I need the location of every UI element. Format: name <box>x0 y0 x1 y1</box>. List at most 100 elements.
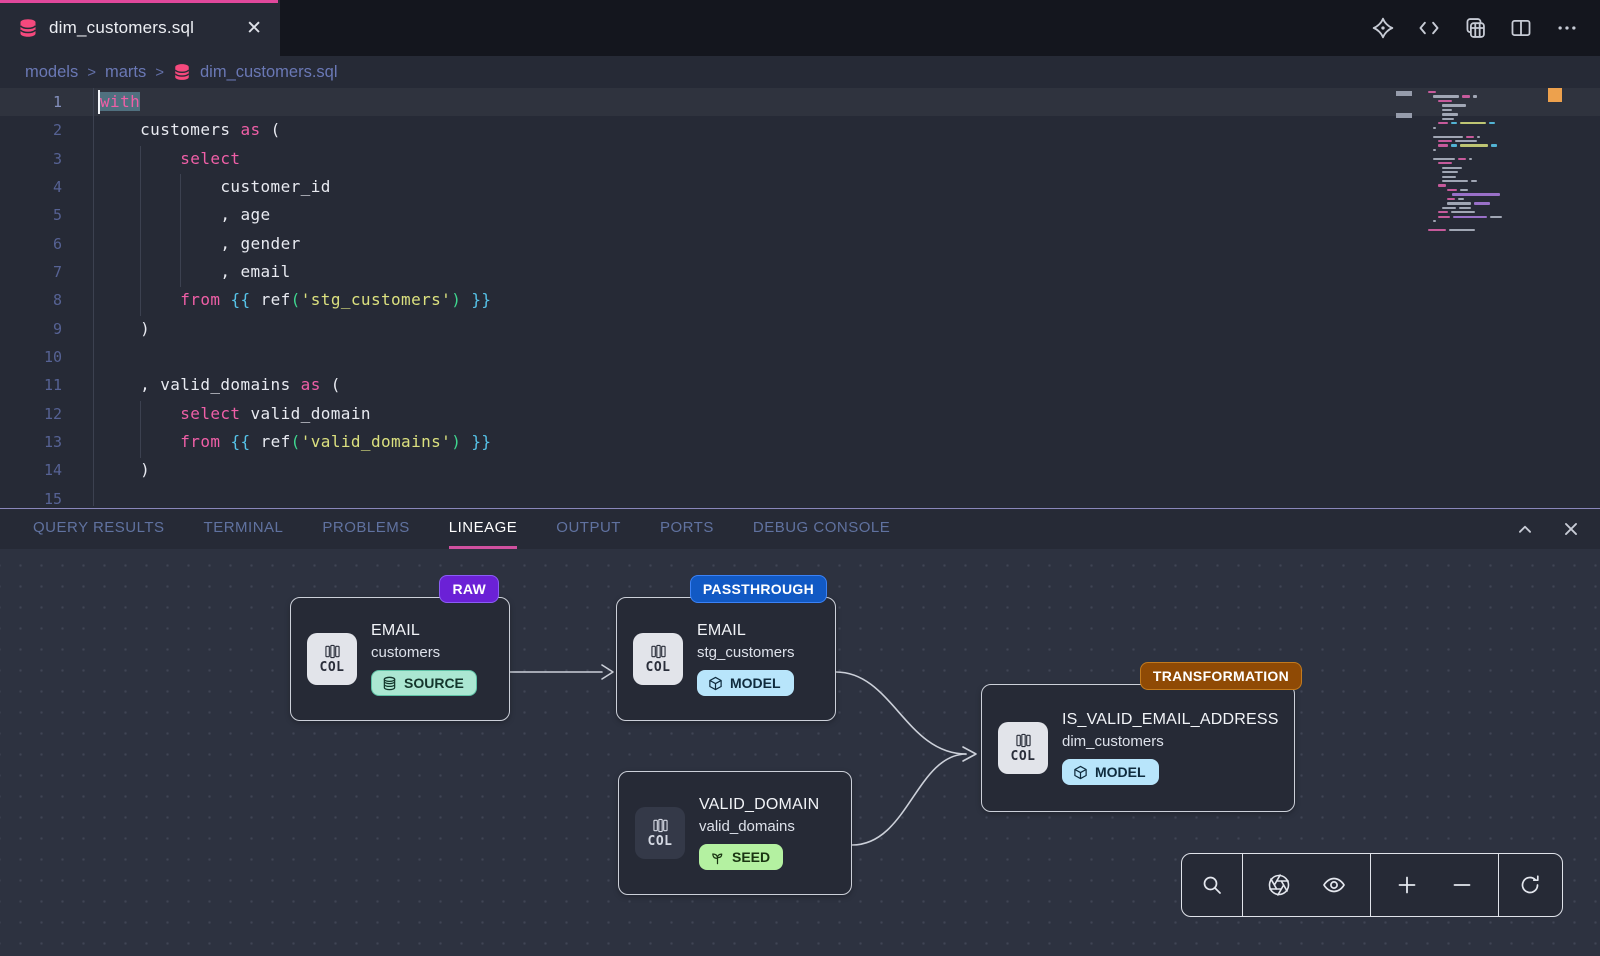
lineage-canvas[interactable]: RAWCOLEMAILcustomersSOURCEPASSTHROUGHCOL… <box>0 549 1600 956</box>
node-resource-tag-model: MODEL <box>1062 759 1159 785</box>
line-number[interactable]: 15 <box>0 485 62 508</box>
code-line-3[interactable]: 3 select <box>0 145 1600 173</box>
line-number[interactable]: 13 <box>0 428 62 456</box>
node-model-name: valid_domains <box>699 818 819 835</box>
minimap-line <box>1451 122 1457 124</box>
column-icon-label: COL <box>320 660 345 675</box>
search-icon[interactable] <box>1194 867 1230 903</box>
code-line-1[interactable]: 1with <box>0 88 1600 116</box>
node-resource-tag-label: MODEL <box>730 675 781 691</box>
line-number[interactable]: 5 <box>0 201 62 229</box>
lineage-node-customers[interactable]: RAWCOLEMAILcustomersSOURCE <box>290 597 510 721</box>
close-panel-icon[interactable] <box>1562 520 1580 538</box>
code-text: , gender <box>62 230 301 258</box>
minimap-line <box>1449 229 1475 231</box>
line-number[interactable]: 10 <box>0 343 62 371</box>
aperture-icon[interactable] <box>1261 867 1297 903</box>
code-icon[interactable] <box>1418 17 1440 39</box>
code-text: ) <box>62 456 150 484</box>
zoom-in-icon[interactable] <box>1389 867 1425 903</box>
breadcrumb-separator: > <box>155 64 164 81</box>
minimap-line <box>1442 109 1452 111</box>
eye-icon[interactable] <box>1316 867 1352 903</box>
line-number[interactable]: 3 <box>0 145 62 173</box>
refresh-icon[interactable] <box>1512 867 1548 903</box>
indent-guide <box>93 88 94 506</box>
code-text: ) <box>62 315 150 343</box>
minimap-line <box>1438 100 1452 102</box>
node-resource-tag-source: SOURCE <box>371 670 477 696</box>
code-line-6[interactable]: 6 , gender <box>0 230 1600 258</box>
code-line-9[interactable]: 9 ) <box>0 315 1600 343</box>
dbt-icon[interactable] <box>1372 17 1394 39</box>
panel-tab-lineage[interactable]: LINEAGE <box>449 509 518 549</box>
column-icon-label: COL <box>646 660 671 675</box>
line-number[interactable]: 6 <box>0 230 62 258</box>
panel-tab-problems[interactable]: PROBLEMS <box>322 509 409 549</box>
breadcrumb-marts[interactable]: marts <box>105 63 146 82</box>
line-number[interactable]: 4 <box>0 173 62 201</box>
node-resource-tag-seed: SEED <box>699 844 783 870</box>
line-number[interactable]: 9 <box>0 315 62 343</box>
column-icon: COL <box>307 633 357 685</box>
code-line-12[interactable]: 12 select valid_domain <box>0 400 1600 428</box>
line-number[interactable]: 1 <box>0 88 62 116</box>
line-number[interactable]: 12 <box>0 400 62 428</box>
code-line-5[interactable]: 5 , age <box>0 201 1600 229</box>
minimap-line <box>1442 180 1468 182</box>
editor-tab-strip: dim_customers.sql ✕ <box>0 0 1600 56</box>
code-line-15[interactable]: 15 <box>0 485 1600 508</box>
tab-dim-customers-sql[interactable]: dim_customers.sql ✕ <box>0 0 280 56</box>
minimap-line <box>1442 176 1456 178</box>
minimap-line <box>1469 158 1472 160</box>
line-number[interactable]: 14 <box>0 456 62 484</box>
lineage-node-valid_domains[interactable]: COLVALID_DOMAINvalid_domainsSEED <box>618 771 852 895</box>
node-column-name: EMAIL <box>371 622 477 640</box>
minimap-line <box>1474 202 1490 204</box>
code-text: customer_id <box>62 173 331 201</box>
panel-tab-ports[interactable]: PORTS <box>660 509 714 549</box>
code-line-14[interactable]: 14 ) <box>0 456 1600 484</box>
split-editor-icon[interactable] <box>1510 17 1532 39</box>
minimap-line <box>1458 198 1464 200</box>
minimap-line <box>1460 189 1468 191</box>
minimap-line <box>1462 95 1470 97</box>
minimap[interactable] <box>1425 88 1543 508</box>
code-editor[interactable]: 1with2 customers as (3 select4 customer_… <box>0 88 1600 508</box>
code-line-7[interactable]: 7 , email <box>0 258 1600 286</box>
code-text <box>62 485 100 508</box>
code-line-11[interactable]: 11 , valid_domains as ( <box>0 371 1600 399</box>
edge-valid-to-dim <box>852 754 966 845</box>
panel-tab-query-results[interactable]: QUERY RESULTS <box>33 509 165 549</box>
minimap-line <box>1442 171 1458 173</box>
minimap-line <box>1491 144 1497 146</box>
node-resource-tag-model: MODEL <box>697 670 794 696</box>
code-line-2[interactable]: 2 customers as ( <box>0 116 1600 144</box>
line-number[interactable]: 8 <box>0 286 62 314</box>
breadcrumb-file[interactable]: dim_customers.sql <box>200 63 338 82</box>
node-badge-passthrough: PASSTHROUGH <box>690 575 827 603</box>
column-icon-label: COL <box>648 834 673 849</box>
minimap-line <box>1466 136 1474 138</box>
lineage-node-stg_customers[interactable]: PASSTHROUGHCOLEMAILstg_customersMODEL <box>616 597 836 721</box>
collapse-panel-icon[interactable] <box>1516 520 1534 538</box>
code-line-8[interactable]: 8 from {{ ref('stg_customers') }} <box>0 286 1600 314</box>
panel-tab-output[interactable]: OUTPUT <box>556 509 621 549</box>
table-copy-icon[interactable] <box>1464 17 1486 39</box>
line-number[interactable]: 2 <box>0 116 62 144</box>
close-tab-icon[interactable]: ✕ <box>242 17 266 40</box>
more-actions-icon[interactable] <box>1556 17 1578 39</box>
minimap-line <box>1458 158 1466 160</box>
breadcrumb-models[interactable]: models <box>25 63 78 82</box>
code-line-4[interactable]: 4 customer_id <box>0 173 1600 201</box>
panel-tab-terminal[interactable]: TERMINAL <box>204 509 284 549</box>
column-icon: COL <box>998 722 1048 774</box>
lineage-node-dim_customers[interactable]: TRANSFORMATIONCOLIS_VALID_EMAIL_ADDRESSd… <box>981 684 1295 812</box>
line-number[interactable]: 7 <box>0 258 62 286</box>
zoom-out-icon[interactable] <box>1444 867 1480 903</box>
line-number[interactable]: 11 <box>0 371 62 399</box>
code-line-10[interactable]: 10 <box>0 343 1600 371</box>
panel-tab-debug-console[interactable]: DEBUG CONSOLE <box>753 509 890 549</box>
indent-guide <box>140 146 141 316</box>
code-line-13[interactable]: 13 from {{ ref('valid_domains') }} <box>0 428 1600 456</box>
